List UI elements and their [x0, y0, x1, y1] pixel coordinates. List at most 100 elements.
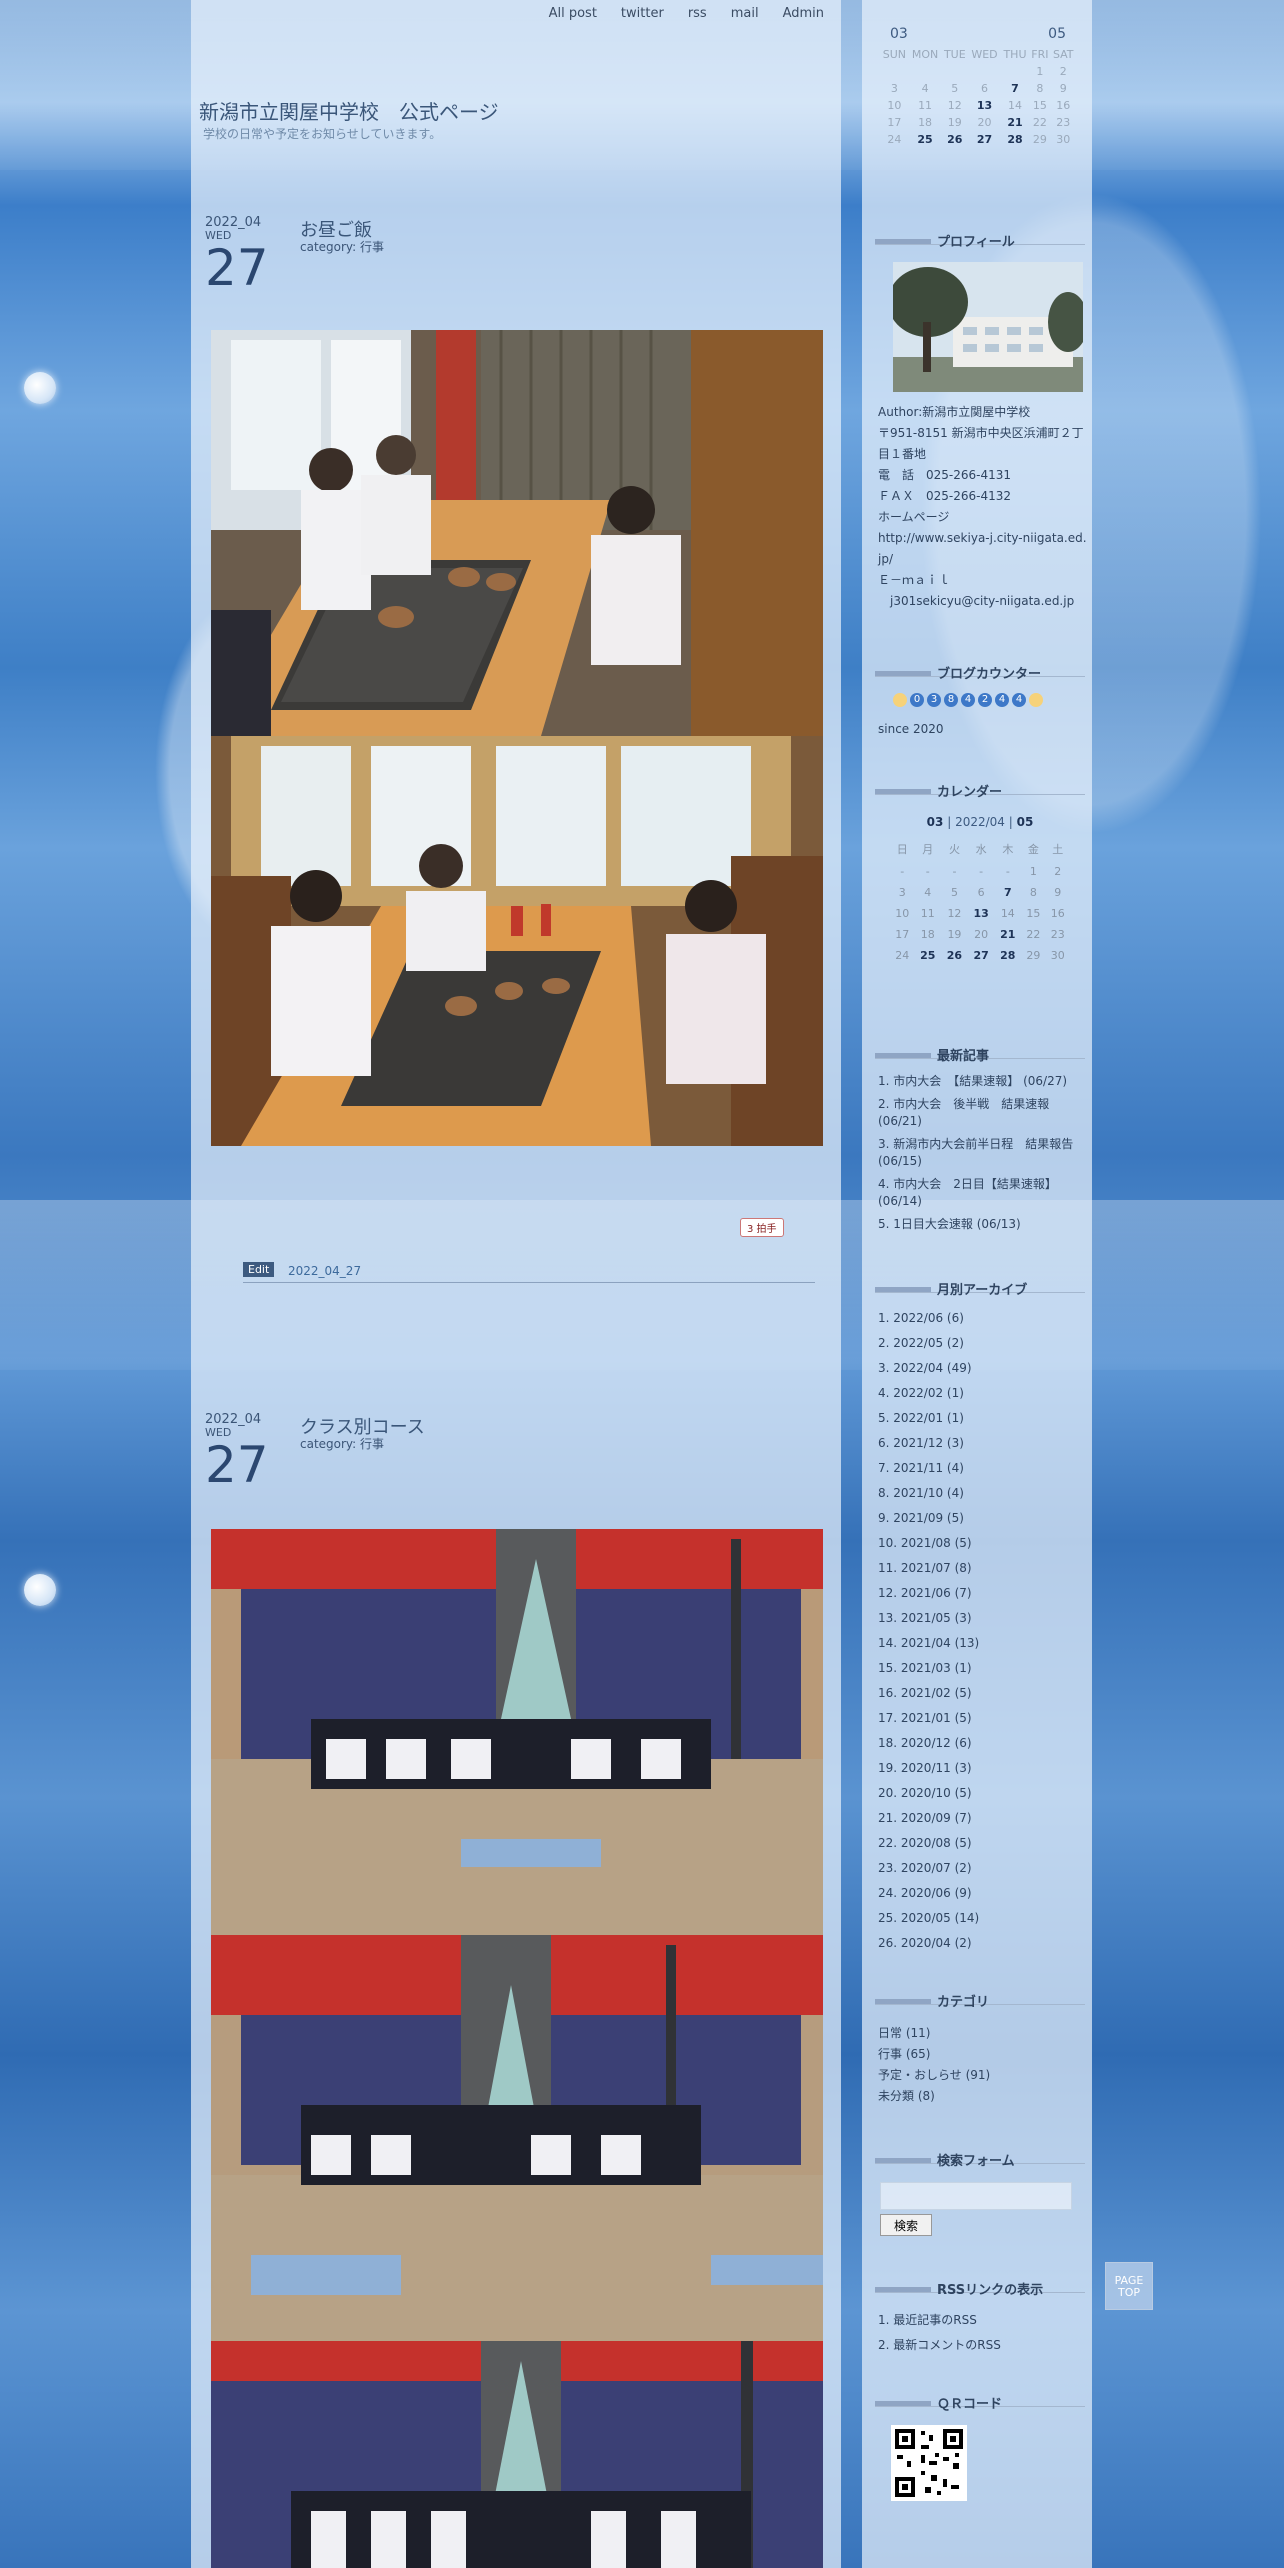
day-link[interactable]: 13: [968, 97, 1001, 114]
post-permalink-date[interactable]: 2022_04_27: [288, 1264, 361, 1278]
category-item[interactable]: 日常 (11): [878, 2023, 1088, 2044]
nav-twitter[interactable]: twitter: [621, 6, 664, 21]
day: 5: [950, 886, 958, 899]
page-top-button[interactable]: PAGE TOP: [1105, 2262, 1153, 2310]
nav-rss[interactable]: rss: [688, 6, 707, 21]
archive-item[interactable]: 24. 2020/06 (9): [878, 1881, 1088, 1906]
recent-item[interactable]: 2. 市内大会 後半戦 結果速報 (06/21): [878, 1096, 1088, 1130]
header-calendar-prev[interactable]: 03: [890, 26, 908, 42]
nav-all-post[interactable]: All post: [549, 6, 597, 21]
day-link[interactable]: 28: [1001, 131, 1029, 148]
day: 23: [1050, 928, 1065, 941]
sidebar-heading-label: ＱＲコード: [937, 2397, 1003, 2412]
search-button[interactable]: 検索: [880, 2214, 932, 2236]
post-photo[interactable]: [211, 2341, 823, 2568]
day: 2: [1054, 865, 1062, 878]
weekday: 土: [1052, 843, 1064, 856]
archive-item[interactable]: 18. 2020/12 (6): [878, 1731, 1088, 1756]
profile-homepage-link[interactable]: http://www.sekiya-j.city-niigata.ed.jp/: [878, 528, 1088, 570]
qr-code-image: [891, 2425, 967, 2501]
category-item[interactable]: 行事 (65): [878, 2044, 1088, 2065]
archive-item[interactable]: 15. 2021/03 (1): [878, 1656, 1088, 1681]
archive-item[interactable]: 1. 2022/06 (6): [878, 1306, 1088, 1331]
day: 17: [887, 116, 902, 129]
weekday: FRI: [1031, 48, 1049, 61]
day-link[interactable]: 28: [994, 945, 1021, 966]
archive-item[interactable]: 10. 2021/08 (5): [878, 1531, 1088, 1556]
calendar-next[interactable]: 05: [1017, 815, 1034, 829]
counter-digit: 2: [978, 693, 992, 707]
archive-item[interactable]: 16. 2021/02 (5): [878, 1681, 1088, 1706]
day-link[interactable]: 25: [909, 131, 942, 148]
nav-mail[interactable]: mail: [731, 6, 759, 21]
archive-item[interactable]: 20. 2020/10 (5): [878, 1781, 1088, 1806]
archive-item[interactable]: 17. 2021/01 (5): [878, 1706, 1088, 1731]
archive-item[interactable]: 9. 2021/09 (5): [878, 1506, 1088, 1531]
post-date: 2022_04 WED 27: [205, 216, 269, 294]
day: 24: [895, 949, 910, 962]
header-calendar-next[interactable]: 05: [1048, 26, 1066, 42]
day: 17: [895, 928, 910, 941]
day-link[interactable]: 27: [968, 945, 995, 966]
archive-item[interactable]: 23. 2020/07 (2): [878, 1856, 1088, 1881]
archive-item[interactable]: 21. 2020/09 (7): [878, 1806, 1088, 1831]
calendar-prev[interactable]: 03: [927, 815, 944, 829]
category-item[interactable]: 未分類 (8): [878, 2086, 1088, 2107]
day-link[interactable]: 21: [1001, 114, 1029, 131]
day: 18: [918, 116, 933, 129]
archive-item[interactable]: 19. 2020/11 (3): [878, 1756, 1088, 1781]
category-item[interactable]: 予定・おしらせ (91): [878, 2065, 1088, 2086]
recent-item[interactable]: 3. 新潟市内大会前半日程 結果報告 (06/15): [878, 1136, 1088, 1170]
post-photo[interactable]: [211, 330, 823, 736]
post-category[interactable]: category: 行事: [300, 1435, 384, 1452]
day: 3: [898, 886, 906, 899]
counter-cap-icon: [893, 693, 907, 707]
day: -: [900, 865, 905, 878]
header-calendar: 03 05 SUN MON TUE WED THU FRI SAT 12 345…: [880, 26, 1076, 148]
post-year-month: 2022_04: [205, 1412, 262, 1427]
day-link[interactable]: 13: [968, 903, 995, 924]
day: 20: [977, 116, 992, 129]
recent-item[interactable]: 5. 1日目大会速報 (06/13): [878, 1216, 1088, 1233]
day-link[interactable]: 26: [941, 131, 968, 148]
archive-item[interactable]: 14. 2021/04 (13): [878, 1631, 1088, 1656]
clap-counter[interactable]: 3 拍手: [740, 1218, 784, 1237]
rss-item[interactable]: 2. 最新コメントのRSS: [878, 2333, 1088, 2358]
rss-item[interactable]: 1. 最近記事のRSS: [878, 2308, 1088, 2333]
archive-item[interactable]: 2. 2022/05 (2): [878, 1331, 1088, 1356]
search-input[interactable]: [880, 2182, 1072, 2210]
archive-item[interactable]: 5. 2022/01 (1): [878, 1406, 1088, 1431]
archive-item[interactable]: 11. 2021/07 (8): [878, 1556, 1088, 1581]
profile-line: ＦＡＸ 025-266-4132: [878, 489, 1012, 503]
day-link[interactable]: 27: [968, 131, 1001, 148]
day-link[interactable]: 7: [994, 882, 1021, 903]
day: 29: [1032, 133, 1047, 146]
profile-email-link[interactable]: j301sekicyu@city-niigata.ed.jp: [878, 591, 1088, 612]
archive-item[interactable]: 22. 2020/08 (5): [878, 1831, 1088, 1856]
archive-item[interactable]: 4. 2022/02 (1): [878, 1381, 1088, 1406]
archive-item[interactable]: 26. 2020/04 (2): [878, 1931, 1088, 1956]
archive-item[interactable]: 8. 2021/10 (4): [878, 1481, 1088, 1506]
archive-item[interactable]: 13. 2021/05 (3): [878, 1606, 1088, 1631]
archive-item[interactable]: 12. 2021/06 (7): [878, 1581, 1088, 1606]
day: 14: [1000, 907, 1015, 920]
post-photo[interactable]: [211, 736, 823, 1146]
site-title[interactable]: 新潟市立関屋中学校 公式ページ: [199, 96, 499, 125]
day-link[interactable]: 21: [994, 924, 1021, 945]
post-photo[interactable]: [211, 1935, 823, 2341]
day-link[interactable]: 25: [914, 945, 941, 966]
archive-item[interactable]: 7. 2021/11 (4): [878, 1456, 1088, 1481]
nav-admin[interactable]: Admin: [783, 6, 824, 21]
day-link[interactable]: 26: [941, 945, 968, 966]
archive-item[interactable]: 25. 2020/05 (14): [878, 1906, 1088, 1931]
archive-item[interactable]: 6. 2021/12 (3): [878, 1431, 1088, 1456]
day-link[interactable]: 7: [1001, 80, 1029, 97]
post-category[interactable]: category: 行事: [300, 238, 384, 255]
recent-item[interactable]: 4. 市内大会 2日目【結果速報】 (06/14): [878, 1176, 1088, 1210]
day: 2: [1059, 65, 1067, 78]
sidebar-heading-label: カレンダー: [937, 785, 1003, 800]
edit-button[interactable]: Edit: [243, 1262, 275, 1277]
archive-item[interactable]: 3. 2022/04 (49): [878, 1356, 1088, 1381]
post-photo[interactable]: [211, 1529, 823, 1935]
recent-item[interactable]: 1. 市内大会 【結果速報】 (06/27): [878, 1073, 1088, 1090]
